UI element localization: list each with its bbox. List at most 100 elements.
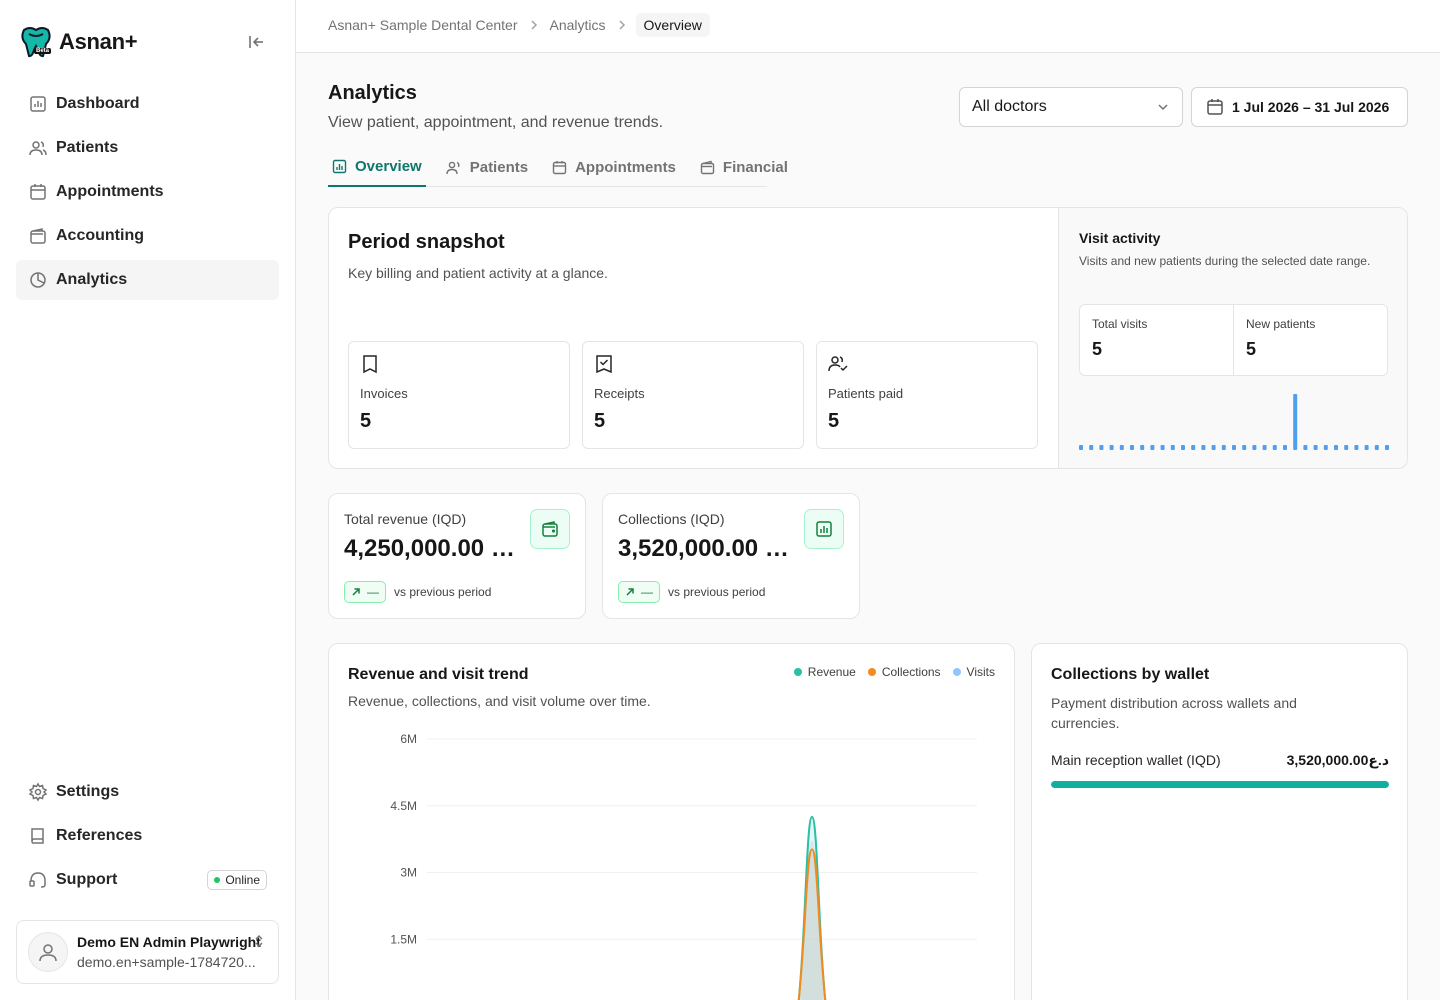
- visit-bar: [1252, 445, 1257, 450]
- headset-icon: [28, 870, 48, 890]
- visit-bar: [1272, 445, 1277, 450]
- tab-overview[interactable]: Overview: [328, 148, 426, 187]
- visit-bar: [1160, 445, 1165, 450]
- collapse-sidebar-icon[interactable]: [244, 30, 268, 54]
- doctor-filter-select[interactable]: All doctors: [959, 87, 1183, 127]
- legend-collections[interactable]: Collections: [867, 665, 941, 679]
- tab-label: Overview: [355, 158, 422, 175]
- breadcrumb: Asnan+ Sample Dental Center Analytics Ov…: [328, 13, 710, 37]
- visit-bar: [1242, 445, 1247, 450]
- visit-bar: [1211, 445, 1216, 450]
- date-range-button[interactable]: 1 Jul 2026 – 31 Jul 2026: [1191, 87, 1408, 127]
- sidebar-item-analytics[interactable]: Analytics: [16, 260, 279, 300]
- y-tick-label: 4.5M: [390, 799, 417, 813]
- sidebar-item-label: Support: [56, 871, 118, 888]
- visit-bar: [1079, 445, 1083, 450]
- kpi-collections: Collections (IQD) 3,520,000.00 د.ع — vs …: [602, 493, 860, 619]
- visit-bar: [1089, 445, 1094, 450]
- sidebar-item-settings[interactable]: Settings: [16, 772, 279, 812]
- tab-financial[interactable]: Financial: [696, 148, 792, 186]
- sidebar-nav: Dashboard Patients Appointments Accounti…: [16, 84, 279, 304]
- online-dot-icon: [214, 877, 221, 883]
- pie-chart-icon: [28, 270, 48, 290]
- visit-bar: [1130, 445, 1134, 450]
- receipt-check-icon: [594, 354, 614, 374]
- chevron-right-icon: [530, 19, 538, 31]
- calendar-icon: [552, 160, 567, 175]
- sidebar-bottom-nav: Settings References Support Online: [16, 772, 279, 904]
- kpi-label: Total revenue (IQD): [344, 511, 467, 527]
- visit-bar: [1385, 445, 1389, 450]
- status-badge-label: Online: [225, 873, 260, 887]
- sidebar-item-references[interactable]: References: [16, 816, 279, 856]
- breadcrumb-analytics[interactable]: Analytics: [550, 17, 606, 33]
- trend-title: Revenue and visit trend: [348, 666, 529, 683]
- stat-value: 5: [1092, 339, 1103, 359]
- legend-visits[interactable]: Visits: [952, 665, 995, 679]
- tab-appointments[interactable]: Appointments: [548, 148, 680, 186]
- visit-bar: [1374, 445, 1379, 450]
- visit-bar: [1109, 445, 1114, 450]
- kpi-label: Collections (IQD): [618, 511, 725, 527]
- visit-bar: [1354, 445, 1359, 450]
- kpi-trend-value: —: [641, 585, 653, 599]
- collections-by-wallet-card: Collections by wallet Payment distributi…: [1031, 643, 1408, 1000]
- chevron-down-icon: [1156, 100, 1170, 114]
- visit-bar: [1262, 445, 1267, 450]
- stat-value: 5: [594, 410, 606, 432]
- legend-revenue[interactable]: Revenue: [793, 665, 856, 679]
- visit-bar: [1221, 445, 1226, 450]
- stat-value: 5: [828, 410, 840, 432]
- kpi-comparison: vs previous period: [668, 585, 766, 599]
- wallet-title: Collections by wallet: [1051, 666, 1210, 683]
- trend-subtitle: Revenue, collections, and visit volume o…: [348, 693, 651, 709]
- sidebar-item-patients[interactable]: Patients: [16, 128, 279, 168]
- chevron-up-down-icon: [254, 934, 264, 948]
- sidebar-item-support[interactable]: Support Online: [16, 860, 279, 900]
- sidebar-item-accounting[interactable]: Accounting: [16, 216, 279, 256]
- bar-chart-icon: [804, 509, 844, 549]
- wallet-amount: 3,520,000.00د.ع: [1286, 752, 1389, 768]
- doctor-filter-value: All doctors: [972, 98, 1047, 115]
- visit-bar: [1344, 445, 1349, 450]
- gear-icon: [28, 782, 48, 802]
- visit-bar: [1232, 445, 1236, 450]
- brand[interactable]: Beta Asnan+: [20, 26, 138, 58]
- stat-value: 5: [1246, 339, 1257, 359]
- visit-bar: [1170, 445, 1175, 450]
- wallet-row: Main reception wallet (IQD) 3,520,000.00…: [1051, 752, 1389, 769]
- y-tick-label: 3M: [400, 866, 417, 880]
- stat-patients-paid: Patients paid 5: [816, 341, 1038, 449]
- status-badge: Online: [207, 870, 267, 890]
- kpi-trend-badge: —: [618, 581, 660, 603]
- user-check-icon: [828, 354, 848, 374]
- legend-dot: [952, 668, 961, 676]
- visit-bar: [1099, 445, 1104, 450]
- tab-patients[interactable]: Patients: [442, 148, 532, 186]
- breadcrumb-clinic[interactable]: Asnan+ Sample Dental Center: [328, 17, 518, 33]
- legend-label: Revenue: [807, 665, 856, 679]
- stat-label: New patients: [1246, 317, 1316, 331]
- wallet-icon: [28, 226, 48, 246]
- visit-activity-subtitle: Visits and new patients during the selec…: [1079, 254, 1371, 268]
- page-subtitle: View patient, appointment, and revenue t…: [328, 114, 664, 131]
- user-menu[interactable]: Demo EN Admin Playwright demo.en+sample-…: [16, 920, 279, 984]
- sidebar-item-dashboard[interactable]: Dashboard: [16, 84, 279, 124]
- stat-label: Total visits: [1092, 317, 1148, 331]
- legend-dot: [793, 668, 802, 676]
- beta-badge: Beta: [34, 48, 52, 54]
- visit-stats: Total visits 5 New patients 5: [1079, 304, 1388, 376]
- sidebar-item-appointments[interactable]: Appointments: [16, 172, 279, 212]
- kpi-value: 3,520,000.00 د.ع: [618, 535, 796, 562]
- y-tick-label: 6M: [400, 732, 417, 746]
- user-email: demo.en+sample-1784720...: [77, 954, 256, 970]
- stat-label: Invoices: [360, 386, 408, 401]
- sidebar-item-label: Analytics: [56, 271, 128, 288]
- stat-label: Receipts: [594, 386, 645, 401]
- date-range-value: 1 Jul 2026 – 31 Jul 2026: [1232, 99, 1390, 115]
- collections-line: [797, 848, 827, 1000]
- sidebar-item-label: References: [56, 827, 143, 844]
- wallet-share-fill: [1051, 781, 1389, 788]
- stat-label: Patients paid: [828, 386, 904, 401]
- visit-bar: [1119, 445, 1124, 450]
